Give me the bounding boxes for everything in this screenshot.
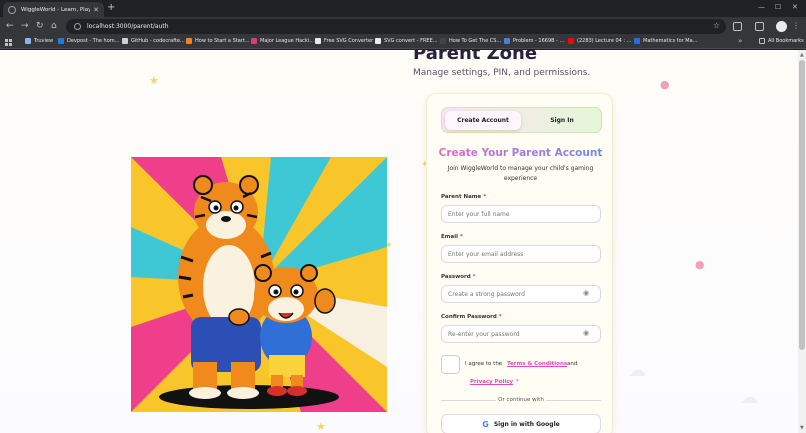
form-title: Create Your Parent Account	[427, 147, 614, 159]
browser-toolbar: ← → ↻ ⌂ localhost:3000/parent/auth ☆ ⋮	[0, 17, 806, 36]
new-tab-button[interactable]: +	[107, 3, 115, 13]
address-bar[interactable]: localhost:3000/parent/auth ☆	[66, 19, 726, 34]
password-label: Password *	[441, 274, 476, 280]
scrollbar-thumb[interactable]	[799, 60, 805, 350]
bookmark-item[interactable]: (2283) Lecture 04 : ...	[568, 38, 631, 44]
terms-link[interactable]: Terms & Conditions	[507, 361, 567, 367]
eye-icon[interactable]: ◉	[583, 289, 589, 297]
google-icon: G	[482, 419, 489, 429]
all-bookmarks[interactable]: All Bookmarks	[759, 38, 804, 44]
close-icon[interactable]: ✕	[93, 6, 99, 14]
bookmark-item[interactable]: Mathematics for Ma...	[634, 38, 697, 44]
scroll-up-icon[interactable]: ▲	[800, 52, 804, 58]
balloon-icon: ●	[660, 78, 670, 91]
browser-tab[interactable]: WiggleWorld - Learn, Play, Wig... ✕	[3, 2, 104, 17]
star-icon: ★	[316, 420, 326, 433]
bookmark-item[interactable]: Free SVG Converter	[315, 38, 373, 44]
reload-icon[interactable]: ↻	[36, 21, 44, 31]
back-icon[interactable]: ←	[6, 21, 14, 31]
auth-card: Create Account Sign In Create Your Paren…	[426, 93, 613, 433]
bookmark-item[interactable]: Major League Hacki...	[251, 38, 314, 44]
bookmark-item[interactable]: GitHub - codecrafte...	[122, 38, 185, 44]
apps-grid-icon[interactable]	[5, 39, 12, 46]
divider: Or continue with	[441, 397, 601, 404]
page-scrollbar[interactable]: ▲ ▼	[798, 50, 806, 433]
page-subtitle: Manage settings, PIN, and permissions.	[413, 68, 591, 78]
scroll-down-icon[interactable]: ▼	[800, 425, 804, 431]
privacy-link[interactable]: Privacy Policy	[470, 379, 513, 385]
bookmark-item[interactable]: SVG convert - FREE...	[375, 38, 438, 44]
email-label: Email *	[441, 234, 463, 240]
menu-icon[interactable]: ⋮	[792, 21, 800, 30]
bookmark-item[interactable]: How to Start a Start...	[186, 38, 250, 44]
cloud-icon: ☁	[740, 387, 758, 408]
extensions-icon[interactable]	[733, 22, 742, 31]
home-icon[interactable]: ⌂	[51, 21, 57, 31]
globe-icon	[8, 5, 16, 14]
confirm-password-input[interactable]	[441, 325, 601, 343]
password-input[interactable]	[441, 285, 601, 303]
side-panel-icon[interactable]	[755, 22, 764, 31]
window-close-icon[interactable]: ✕	[792, 3, 798, 11]
tiger-illustration	[131, 157, 387, 412]
tab-sign-in[interactable]: Sign In	[524, 111, 600, 130]
maximize-icon[interactable]: ☐	[775, 3, 781, 11]
google-signin-label: Sign in with Google	[493, 420, 560, 428]
forward-icon[interactable]: →	[21, 21, 29, 31]
terms-checkbox[interactable]	[441, 355, 460, 374]
agree-and-text: and	[567, 361, 578, 367]
balloon-icon: ●	[695, 258, 705, 271]
page-viewport: Parent Zone Manage settings, PIN, and pe…	[0, 50, 798, 433]
tab-title: WiggleWorld - Learn, Play, Wig...	[21, 6, 91, 13]
google-signin-button[interactable]: G Sign in with Google	[441, 414, 601, 433]
bookmark-item[interactable]: How To Get The CS...	[440, 38, 501, 44]
bookmark-item[interactable]: Problem - 1669B - ...	[504, 38, 564, 44]
form-description: Join WiggleWorld to manage your child's …	[447, 165, 594, 182]
bookmark-item[interactable]: Truview	[25, 38, 53, 44]
confirm-password-label: Confirm Password *	[441, 314, 502, 320]
parent-name-input[interactable]	[441, 205, 601, 223]
bookmark-star-icon[interactable]: ☆	[713, 21, 720, 30]
name-label: Parent Name *	[441, 194, 487, 200]
bookmark-item[interactable]: Devpost - The hom...	[58, 38, 119, 44]
agree-text: I agree to the	[465, 361, 503, 367]
tab-create-account[interactable]: Create Account	[445, 111, 521, 130]
email-input[interactable]	[441, 245, 601, 263]
url-text: localhost:3000/parent/auth	[87, 23, 169, 30]
required-mark: *	[516, 379, 519, 385]
auth-tabs: Create Account Sign In	[441, 107, 602, 133]
bookmarks-bar: Truview Devpost - The hom... GitHub - co…	[0, 36, 806, 49]
site-info-icon[interactable]	[74, 23, 81, 30]
eye-icon[interactable]: ◉	[583, 329, 589, 337]
minimize-icon[interactable]: —	[758, 3, 765, 11]
star-icon: ★	[149, 74, 159, 87]
more-bookmarks-icon[interactable]: »	[738, 37, 742, 45]
cloud-icon: ☁	[628, 360, 646, 381]
page-title: Parent Zone	[413, 50, 538, 64]
profile-avatar[interactable]	[776, 21, 787, 32]
browser-tab-strip: WiggleWorld - Learn, Play, Wig... ✕ + — …	[0, 0, 806, 17]
